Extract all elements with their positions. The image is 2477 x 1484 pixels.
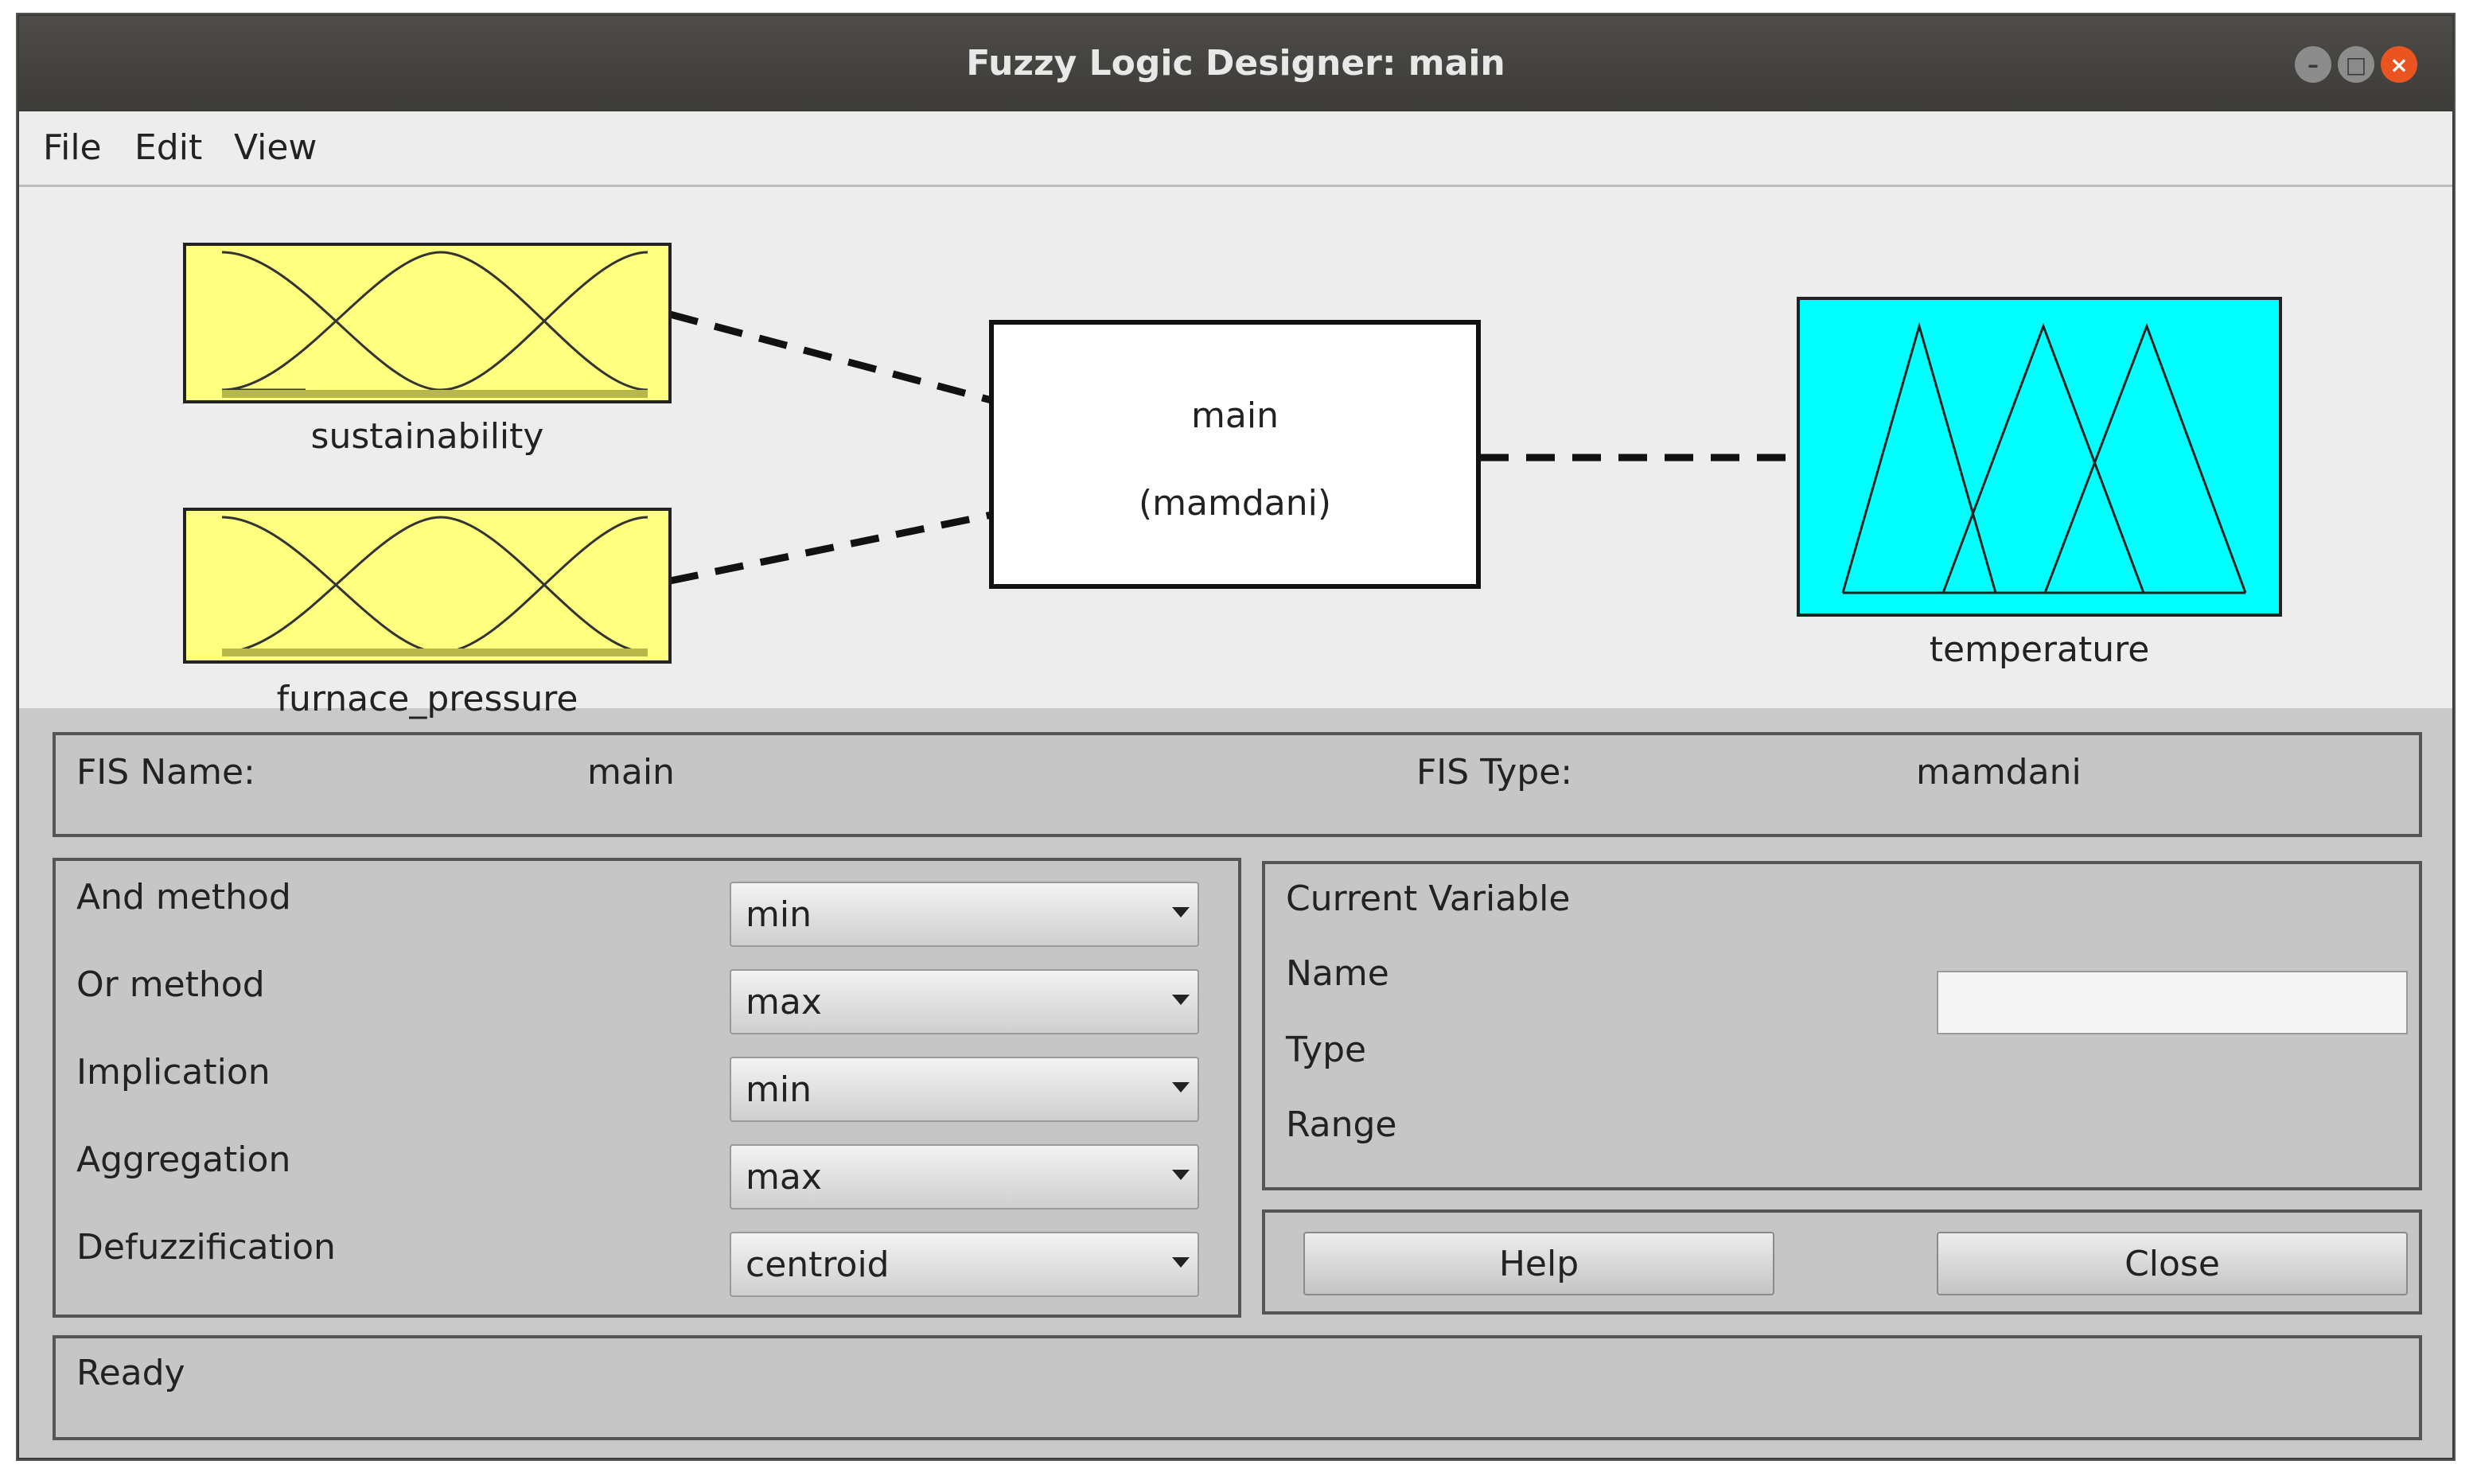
system-type: (mamdani) [1138,483,1332,524]
variable-name-field[interactable] [1937,971,2408,1034]
menu-file[interactable]: File [43,111,102,185]
status-text: Ready [76,1353,185,1393]
input-label-furnace-pressure: furnace_pressure [276,679,578,719]
aggregation-label: Aggregation [76,1139,291,1180]
or-method-label: Or method [76,964,265,1005]
current-variable-title: Current Variable [1286,878,1571,919]
chevron-down-icon [1172,1082,1190,1093]
input2-connector [669,511,992,585]
variable-name-label: Name [1286,953,1389,994]
input-label-sustainability: sustainability [310,416,544,457]
minimize-icon[interactable]: – [2295,46,2331,83]
aggregation-value: max [746,1157,822,1198]
chevron-down-icon [1172,995,1190,1005]
output-temperature-block[interactable] [1797,297,2282,617]
close-button[interactable]: Close [1937,1232,2408,1295]
window-title: Fuzzy Logic Designer: main [966,43,1505,84]
chevron-down-icon [1172,1257,1190,1268]
chevron-down-icon [1172,1170,1190,1180]
implication-label: Implication [76,1052,271,1093]
system-name: main [1191,395,1279,436]
aggregation-select[interactable]: max [730,1144,1199,1209]
title-bar: Fuzzy Logic Designer: main – □ × [19,16,2452,111]
maximize-icon[interactable]: □ [2338,46,2374,83]
menu-bar: File Edit View [19,111,2452,187]
system-diagram: sustainability furnace_pressure main (ma… [19,187,2452,719]
fis-type-label: FIS Type: [1416,752,1573,793]
menu-edit[interactable]: Edit [134,111,202,185]
defuzzification-label: Defuzzification [76,1227,336,1268]
implication-select[interactable]: min [730,1057,1199,1122]
status-panel [53,1335,2422,1440]
and-method-label: And method [76,877,291,917]
variable-type-label: Type [1286,1030,1367,1070]
implication-value: min [746,1069,812,1110]
defuzzification-select[interactable]: centroid [730,1232,1199,1297]
fis-name-value: main [587,752,675,793]
variable-range-label: Range [1286,1104,1397,1145]
close-icon[interactable]: × [2381,46,2417,83]
chevron-down-icon [1172,907,1190,917]
fuzzy-logic-designer-window: Fuzzy Logic Designer: main – □ × File Ed… [18,14,2454,1459]
fis-type-value: mamdani [1916,752,2082,793]
and-method-value: min [746,894,812,935]
or-method-value: max [746,982,822,1022]
help-button[interactable]: Help [1303,1232,1774,1295]
fis-name-label: FIS Name: [76,752,255,793]
menu-view[interactable]: View [234,111,317,185]
input-furnace-pressure-block[interactable] [183,508,672,664]
and-method-select[interactable]: min [730,882,1199,947]
or-method-select[interactable]: max [730,969,1199,1034]
input1-connector [668,310,993,404]
output-label-temperature: temperature [1929,629,2150,670]
defuzzification-value: centroid [746,1244,890,1285]
input-sustainability-block[interactable] [183,243,672,403]
fis-system-block[interactable] [989,320,1481,589]
